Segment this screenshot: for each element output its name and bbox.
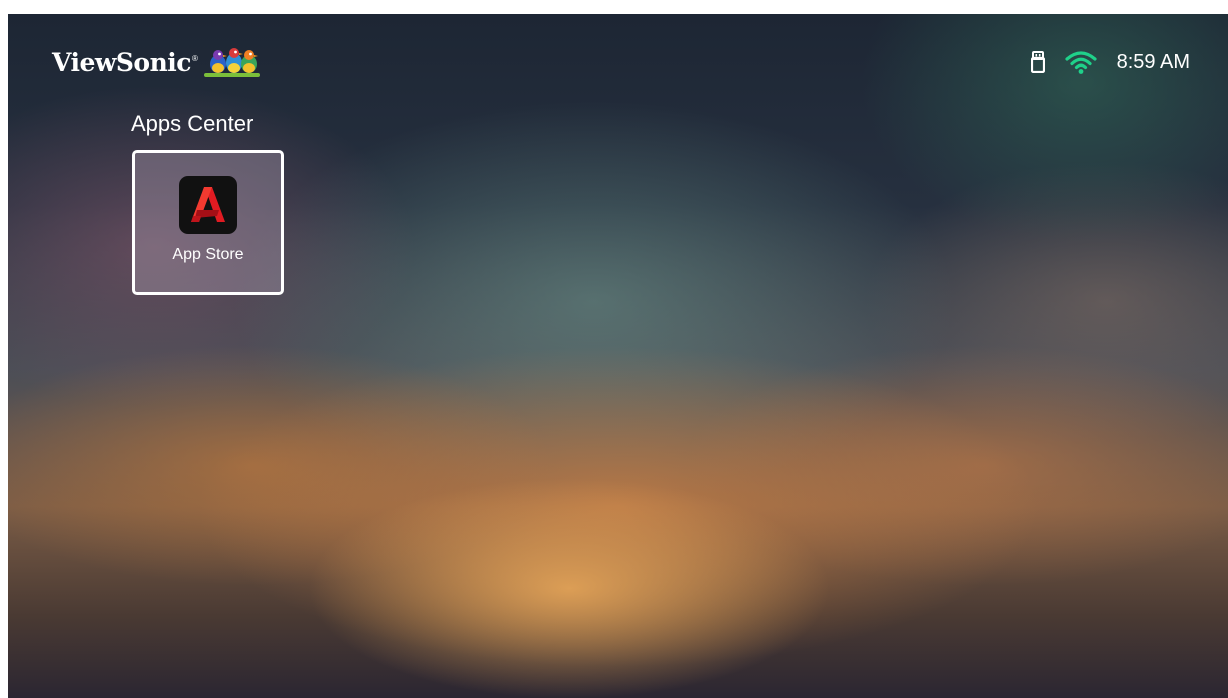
top-bar: ViewSonic ® 8:59 AM (8, 14, 1228, 94)
clock: 8:59 AM (1116, 51, 1190, 73)
projector-home-screen: ViewSonic ® 8:59 AM Apps Center App Stor… (8, 14, 1228, 698)
usb-drive-icon (1030, 51, 1045, 73)
app-tile-app-store[interactable]: App Store (132, 150, 284, 295)
birds-logo-icon (203, 48, 260, 77)
status-bar: 8:59 AM (1030, 50, 1190, 74)
registered-mark: ® (192, 54, 198, 63)
app-tile-label: App Store (172, 246, 244, 263)
brand-logo: ViewSonic ® (52, 48, 260, 80)
brand-name: ViewSonic (52, 48, 192, 77)
section-title: Apps Center (131, 111, 254, 136)
wifi-icon (1065, 51, 1097, 74)
app-store-icon (179, 176, 237, 234)
